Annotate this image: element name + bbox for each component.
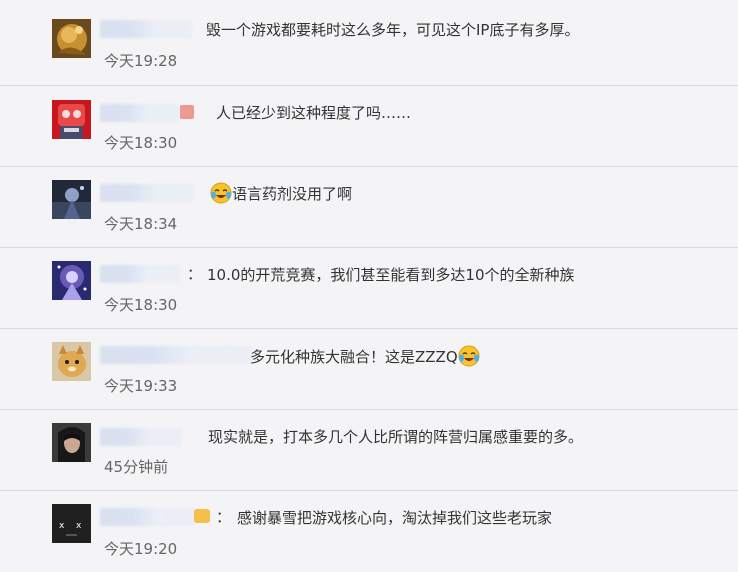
comment-item: 现实就是，打本多几个人比所谓的阵营归属感重要的多。 45分钟前 [0, 410, 738, 491]
svg-text:x: x [59, 521, 65, 531]
name-separator: ： [216, 508, 232, 526]
avatar[interactable] [52, 19, 91, 58]
comment-timestamp: 今天19:20 [104, 540, 178, 558]
comment-timestamp: 今天19:33 [104, 377, 178, 395]
username-redacted[interactable] [100, 265, 180, 283]
username-redacted[interactable] [100, 346, 252, 364]
comment-timestamp: 今天19:28 [104, 52, 178, 70]
comment-text-body: 语言药剂没用了啊 [232, 185, 353, 203]
username-redacted[interactable] [100, 428, 182, 446]
comment-item: 毁一个游戏都要耗时这么多年，可见这个IP底子有多厚。 今天19:28 [0, 0, 738, 81]
username-redacted[interactable] [100, 20, 192, 38]
username-redacted-tail [194, 509, 210, 523]
comment-item: ： 10.0的开荒竞赛，我们甚至能看到多达10个的全新种族 今天18:30 [0, 248, 738, 329]
comment-text: 10.0的开荒竞赛，我们甚至能看到多达10个的全新种族 [207, 266, 575, 284]
comment-timestamp: 今天18:34 [104, 215, 178, 233]
comment-item: 语言药剂没用了啊 今天18:34 [0, 167, 738, 248]
username-redacted[interactable] [100, 508, 196, 526]
comment-text: 人已经少到这种程度了吗…… [216, 104, 412, 122]
comment-text-body: 多元化种族大融合！这是ZZZQ [250, 348, 458, 366]
comment-text: 感谢暴雪把游戏核心向，淘汰掉我们这些老玩家 [237, 509, 553, 527]
comment-text: 现实就是，打本多几个人比所谓的阵营归属感重要的多。 [208, 428, 584, 446]
avatar[interactable]: x x [52, 504, 91, 543]
comment-text: 语言药剂没用了啊 [210, 182, 352, 204]
avatar[interactable] [52, 180, 91, 219]
comment-list: 毁一个游戏都要耗时这么多年，可见这个IP底子有多厚。 今天19:28 人已经少到… [0, 0, 738, 572]
username-redacted[interactable] [100, 184, 194, 202]
svg-text:x: x [76, 521, 82, 531]
username-redacted-tail [180, 105, 194, 119]
comment-timestamp: 45分钟前 [104, 458, 169, 476]
comment-item: x x ： 感谢暴雪把游戏核心向，淘汰掉我们这些老玩家 今天19:20 [0, 491, 738, 572]
avatar[interactable] [52, 261, 91, 300]
avatar[interactable] [52, 342, 91, 381]
laugh-cry-emoji-icon [210, 182, 232, 204]
comment-item: 多元化种族大融合！这是ZZZQ 今天19:33 [0, 329, 738, 410]
name-separator: ： [187, 265, 203, 283]
comment-item: 人已经少到这种程度了吗…… 今天18:30 [0, 86, 738, 167]
avatar[interactable] [52, 100, 91, 139]
username-redacted[interactable] [100, 104, 180, 122]
comment-timestamp: 今天18:30 [104, 134, 178, 152]
avatar[interactable] [52, 423, 91, 462]
comment-text: 毁一个游戏都要耗时这么多年，可见这个IP底子有多厚。 [206, 21, 580, 39]
comment-timestamp: 今天18:30 [104, 296, 178, 314]
laugh-cry-emoji-icon [458, 345, 480, 367]
comment-text: 多元化种族大融合！这是ZZZQ [250, 345, 480, 367]
